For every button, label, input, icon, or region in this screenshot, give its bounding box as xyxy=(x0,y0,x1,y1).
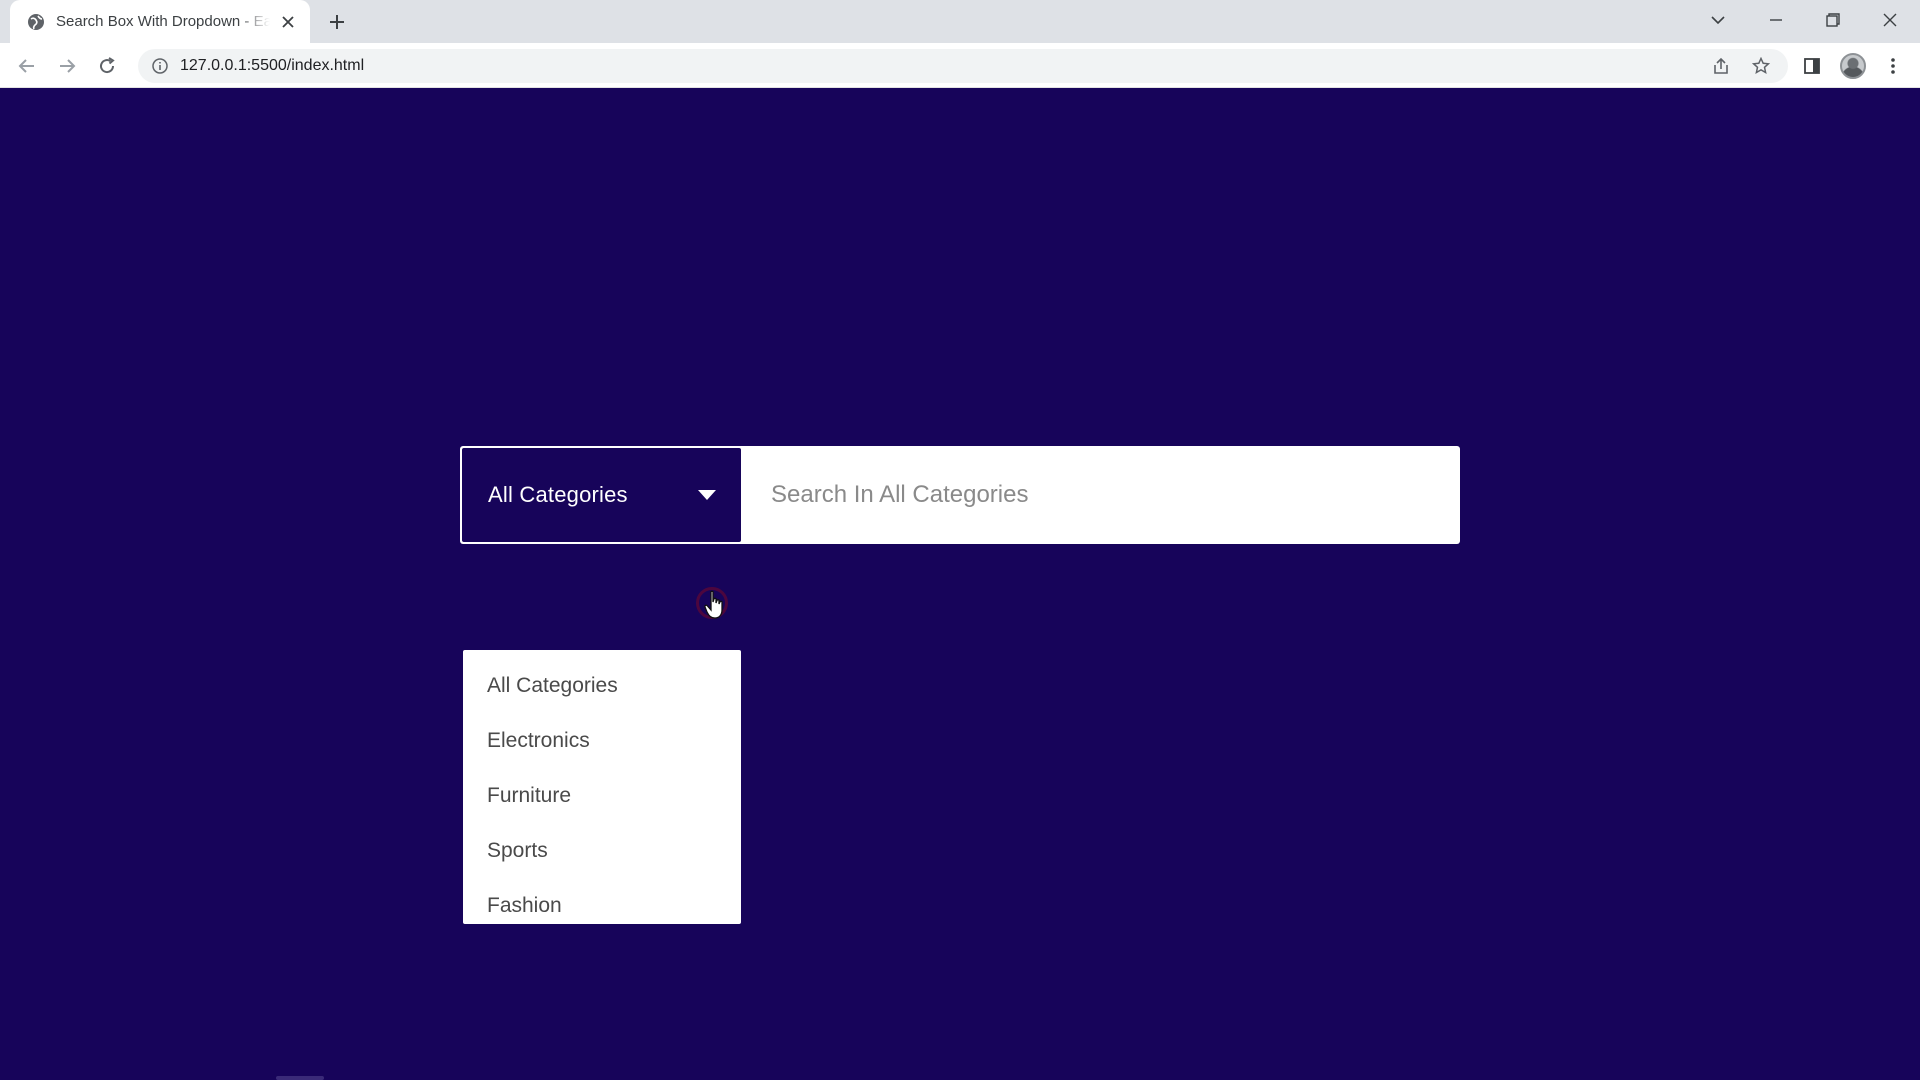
selected-category: All Categories xyxy=(488,482,628,507)
bookmark-star-icon[interactable] xyxy=(1744,49,1778,83)
dropdown-item-furniture[interactable]: Furniture xyxy=(463,768,741,823)
browser-tab[interactable]: Search Box With Dropdown - Easy Tutorial… xyxy=(10,0,310,43)
globe-icon xyxy=(26,12,46,32)
address-url: 127.0.0.1:5500/index.html xyxy=(180,57,365,74)
category-dropdown-list: All Categories Electronics Furniture Spo… xyxy=(463,650,741,924)
dropdown-item-all-categories[interactable]: All Categories xyxy=(463,658,741,713)
dropdown-item-sports[interactable]: Sports xyxy=(463,823,741,878)
minimize-icon[interactable] xyxy=(1756,4,1796,36)
caret-down-icon xyxy=(698,490,716,500)
new-tab-plus-icon[interactable] xyxy=(322,8,352,36)
scroll-hint-bar xyxy=(276,1076,324,1080)
back-arrow-icon[interactable] xyxy=(10,49,44,83)
browser-tab-strip: Search Box With Dropdown - Easy Tutorial… xyxy=(0,0,1920,43)
page-body xyxy=(0,89,1920,1080)
address-bar[interactable]: 127.0.0.1:5500/index.html xyxy=(138,49,1788,83)
avatar xyxy=(1840,53,1866,79)
hand-pointer-icon xyxy=(704,590,726,620)
site-info-icon[interactable] xyxy=(150,56,170,76)
share-icon[interactable] xyxy=(1704,49,1738,83)
dropdown-item-electronics[interactable]: Electronics xyxy=(463,713,741,768)
close-window-icon[interactable] xyxy=(1870,4,1910,36)
restore-window-icon[interactable] xyxy=(1813,4,1853,36)
search-input[interactable] xyxy=(745,450,1455,540)
tab-search-chevron-icon[interactable] xyxy=(1698,4,1738,36)
category-select[interactable]: All Categories xyxy=(462,448,741,542)
forward-arrow-icon[interactable] xyxy=(50,49,84,83)
close-tab-icon[interactable] xyxy=(276,10,300,34)
browser-toolbar: 127.0.0.1:5500/index.html xyxy=(0,43,1920,88)
side-panel-icon[interactable] xyxy=(1795,49,1829,83)
reload-icon[interactable] xyxy=(90,49,124,83)
profile-avatar[interactable] xyxy=(1836,49,1870,83)
tab-title: Search Box With Dropdown - Easy Tutorial… xyxy=(56,13,270,30)
browser-menu-icon[interactable] xyxy=(1876,49,1910,83)
dropdown-item-fashion[interactable]: Fashion xyxy=(463,878,741,933)
